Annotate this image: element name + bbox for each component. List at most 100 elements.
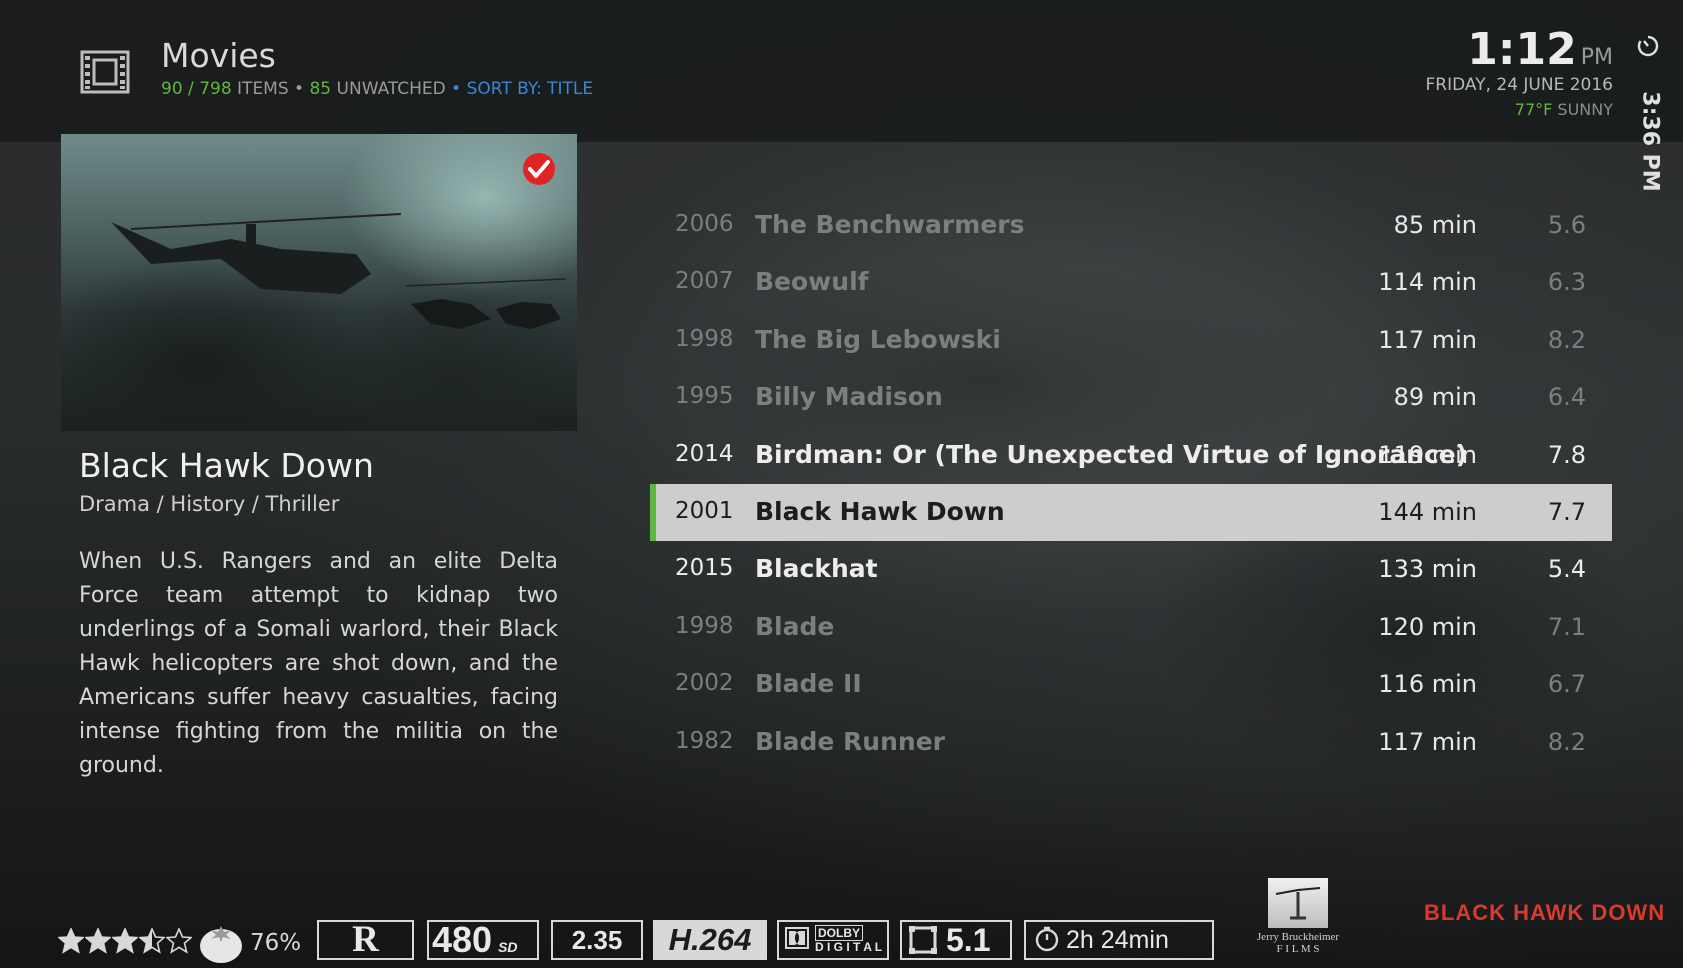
movie-rating: 7.1 [1547,612,1586,641]
movie-row[interactable]: 2002 Blade II 116 min 6.7 [650,656,1612,713]
movie-rating: 6.4 [1547,383,1586,412]
dolby-logo-icon [785,926,809,950]
watched-checkmark-icon [523,153,555,185]
movie-duration: 85 min [1393,211,1477,239]
resolution-value: 480 [432,919,493,960]
end-time-panel: 3:36 PM [1630,34,1666,192]
library-summary: 90 / 798 ITEMS • 85 UNWATCHED • SORT BY:… [161,79,593,99]
weather-condition: SUNNY [1557,100,1613,119]
unwatched-count: 85 [309,79,332,99]
selected-movie-genre: Drama / History / Thriller [79,492,340,516]
movie-duration: 116 min [1378,670,1477,699]
audio-line1: DOLBY [815,925,863,941]
movie-year: 2001 [675,497,734,524]
movie-year: 2002 [675,670,734,697]
clock: 1:12 PM [1467,24,1613,75]
sort-by-label[interactable]: • SORT BY: TITLE [446,79,593,99]
movie-row[interactable]: 1998 Blade 120 min 7.1 [650,599,1612,656]
movie-row[interactable]: 1995 Billy Madison 89 min 6.4 [650,369,1612,426]
movie-title: Blade II [755,669,862,699]
runtime-value: 2h 24min [1066,926,1169,954]
weather: 77°F SUNNY [1515,100,1613,119]
movie-title: The Benchwarmers [755,210,1025,239]
audio-line2: D I G I T A L [815,940,883,954]
movie-row[interactable]: 2014 Birdman: Or (The Unexpected Virtue o… [650,427,1612,484]
unwatched-label: UNWATCHED [331,79,446,99]
studio-name: Jerry Bruckheimer F I L M S [1236,931,1360,955]
movie-duration: 114 min [1378,268,1477,297]
star-full-icon [85,928,111,954]
channels-value: 5.1 [946,922,991,958]
movie-year: 1998 [675,612,734,639]
movie-row[interactable]: 2006 The Benchwarmers 85 min 5.6 [650,197,1612,254]
end-time: 3:36 PM [1637,91,1663,192]
weather-temperature: 77°F [1514,100,1553,119]
movie-year: 2015 [675,555,734,582]
movie-title: Blackhat [755,554,878,584]
movie-year: 1982 [675,727,734,754]
audio-channels-flag: 5.1 [900,920,1012,960]
movie-title: Blade [755,611,835,641]
movie-year: 1995 [675,383,734,410]
movie-row[interactable]: 2015 Blackhat 133 min 5.4 [650,541,1612,598]
movie-title: Birdman: Or (The Unexpected Virtue of Ig… [755,439,1468,469]
items-total: 798 [199,79,232,99]
movie-duration: 120 min [1378,612,1477,641]
studio-line2: F I L M S [1276,943,1320,955]
helicopter-graphic [111,213,402,294]
star-full-icon [112,928,138,954]
movie-rating: 5.6 [1547,211,1586,239]
helicopter-graphic [405,278,567,329]
current-date: FRIDAY, 24 JUNE 2016 [1425,75,1613,95]
movie-duration: 144 min [1378,497,1477,526]
movie-rating: 8.2 [1547,325,1586,354]
movie-rating: 8.2 [1547,727,1586,756]
movie-year: 2007 [675,268,734,295]
selected-movie-title: Black Hawk Down [79,446,374,485]
movie-rating: 6.7 [1547,670,1586,699]
movie-list: 2006 The Benchwarmers 85 min 5.6 2007 Beowulf… [650,197,1612,771]
fanart-thumbnail [61,134,577,431]
stopwatch-icon [1035,926,1059,952]
movie-title: Beowulf [755,267,869,297]
video-codec-flag: H.264 [653,920,767,960]
movie-rating: 5.4 [1547,555,1586,584]
movie-duration: 133 min [1378,555,1477,584]
studio-logo: Jerry Bruckheimer F I L M S [1236,878,1360,962]
selected-movie-plot: When U.S. Rangers and an elite Delta For… [79,549,558,778]
movie-year: 1998 [675,325,734,352]
star-rating [58,928,193,958]
mpaa-rating-flag: R [317,920,414,960]
audio-codec-flag: DOLBY D I G I T A L [777,920,889,960]
timer-icon [1637,35,1659,57]
movie-duration: 117 min [1378,727,1477,756]
items-label: ITEMS • [231,79,310,99]
movie-year: 2006 [675,211,734,237]
movie-rating: 7.8 [1547,440,1586,469]
movie-title: Billy Madison [755,382,943,412]
movie-rating: 6.3 [1547,268,1586,297]
movie-row-selected[interactable]: 2001 Black Hawk Down 144 min 7.7 [650,483,1612,542]
movie-duration: 89 min [1393,383,1477,412]
speaker-layout-icon [909,926,937,954]
movie-title: Blade Runner [755,726,945,756]
movie-row[interactable]: 2007 Beowulf 114 min 6.3 [650,254,1612,311]
tomato-score: 76% [250,930,302,956]
movie-rating: 7.7 [1547,497,1586,526]
studio-line1: Jerry Bruckheimer [1256,931,1340,943]
movie-row[interactable]: 1998 The Big Lebowski 117 min 8.2 [650,312,1612,369]
clock-ampm: PM [1580,45,1613,70]
items-separator: / [182,79,200,99]
resolution-flag: 480 SD [427,920,539,960]
movie-year: 2014 [675,440,734,467]
resolution-suffix: SD [498,939,518,955]
clock-time: 1:12 [1467,24,1577,75]
film-strip-icon [80,50,130,94]
movie-row[interactable]: 1982 Blade Runner 117 min 8.2 [650,714,1612,771]
star-half-icon [139,928,165,954]
aspect-ratio-flag: 2.35 [551,920,643,960]
page-title: Movies [161,36,276,75]
star-empty-icon [166,928,192,954]
movie-duration: 117 min [1378,325,1477,354]
movie-clearlogo: BLACK HAWK DOWN [1424,900,1666,925]
